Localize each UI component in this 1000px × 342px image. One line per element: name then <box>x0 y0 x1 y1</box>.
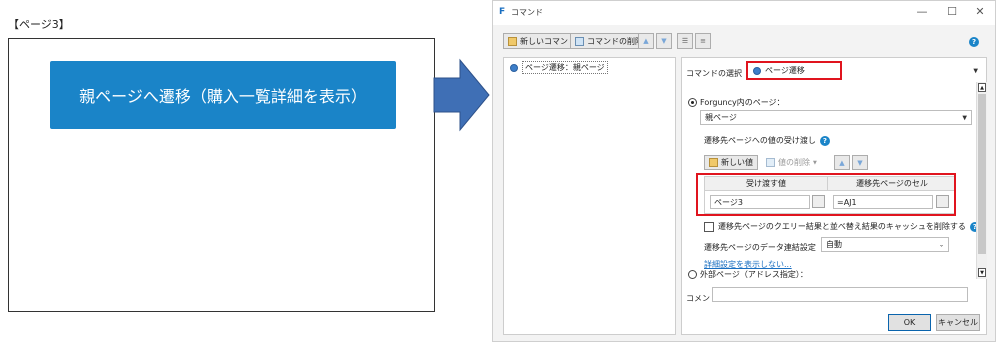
command-select-label: コマンドの選択： <box>686 69 750 78</box>
list-item[interactable]: ページ遷移：親ページ <box>510 61 608 74</box>
globe-icon <box>510 63 518 72</box>
cancel-button[interactable]: キャンセル <box>936 314 980 331</box>
scroll-up-icon[interactable]: ▲ <box>978 83 986 92</box>
command-select-value: ページ遷移 <box>765 66 805 75</box>
command-select-highlight: ページ遷移 <box>746 61 842 80</box>
scrollbar[interactable]: ▲ ▼ <box>976 82 987 279</box>
pass-values-heading: 遷移先ページへの値の受け渡し ? <box>704 135 830 146</box>
radio-external-label: 外部ページ（アドレス指定）： <box>700 270 808 279</box>
delete-value-button[interactable]: 値の削除 ▼ <box>766 155 817 170</box>
new-value-button[interactable]: 新しい値 <box>704 155 758 170</box>
indent-button[interactable]: ☰ <box>677 33 693 49</box>
page-select[interactable]: 親ページ ▼ <box>700 110 972 125</box>
page-label: 【ページ3】 <box>8 18 70 31</box>
delete-command-icon <box>575 36 584 46</box>
close-button[interactable]: ✕ <box>969 4 991 20</box>
triangle-down-icon: ▼ <box>857 158 863 167</box>
data-link-value: 自動 <box>826 240 842 249</box>
triangle-down-icon: ▼ <box>661 37 667 45</box>
app-icon: F <box>499 7 506 17</box>
list-button[interactable]: ≡ <box>695 33 711 49</box>
data-link-select[interactable]: 自動 ⌄ <box>821 237 949 252</box>
chevron-down-icon: ▼ <box>973 67 978 75</box>
help-icon[interactable]: ? <box>969 37 979 47</box>
new-value-icon <box>709 158 718 167</box>
command-item-label: ページ遷移：親ページ <box>522 61 608 74</box>
delete-command-button[interactable]: コマンドの削除 <box>570 33 648 49</box>
globe-icon <box>753 66 761 75</box>
scroll-down-icon[interactable]: ▼ <box>978 268 986 277</box>
cache-checkbox-row[interactable]: 遷移先ページのクエリー結果と並べ替え結果のキャッシュを削除する ? <box>704 221 980 232</box>
navigate-parent-button[interactable]: 親ページへ遷移（購入一覧詳細を表示） <box>50 61 396 129</box>
cache-checkbox-label: 遷移先ページのクエリー結果と並べ替え結果のキャッシュを削除する <box>718 222 966 231</box>
radio-internal-label: Forguncy内のページ： <box>700 98 785 107</box>
new-command-icon <box>508 36 517 46</box>
value-up-button[interactable]: ▲ <box>834 155 850 170</box>
triangle-up-icon: ▲ <box>643 37 649 45</box>
value-grid-highlight <box>696 173 956 216</box>
new-command-label: 新しいコマンド <box>520 36 576 46</box>
radio-internal-page[interactable]: Forguncy内のページ： <box>688 97 785 108</box>
dialog-title: コマンド <box>511 8 543 17</box>
chevron-down-icon: ▼ <box>962 114 967 121</box>
minimize-button[interactable]: — <box>911 4 933 20</box>
chevron-down-icon: ▼ <box>813 159 817 166</box>
scroll-thumb[interactable] <box>978 94 986 254</box>
triangle-up-icon: ▲ <box>839 158 845 167</box>
indent-icon: ☰ <box>681 37 689 45</box>
help-icon[interactable]: ? <box>819 135 830 146</box>
list-icon: ≡ <box>700 37 706 45</box>
delete-value-label: 値の削除 <box>778 158 810 167</box>
radio-external-page[interactable]: 外部ページ（アドレス指定）： <box>688 269 808 280</box>
new-value-label: 新しい値 <box>721 158 753 167</box>
chevron-down-icon: ⌄ <box>938 241 944 248</box>
title-bar: F コマンド — ☐ ✕ <box>493 1 995 25</box>
value-down-button[interactable]: ▼ <box>852 155 868 170</box>
command-list: ページ遷移：親ページ <box>503 57 676 335</box>
radio-selected-icon <box>688 98 697 107</box>
move-down-button[interactable]: ▼ <box>656 33 672 49</box>
radio-unselected-icon <box>688 270 697 279</box>
delete-value-icon <box>766 158 775 167</box>
arrow-right-icon <box>433 58 490 132</box>
ok-button[interactable]: OK <box>888 314 931 331</box>
page-select-value: 親ページ <box>705 113 737 122</box>
pass-values-label: 遷移先ページへの値の受け渡し <box>704 136 816 145</box>
maximize-button[interactable]: ☐ <box>941 4 963 20</box>
checkbox[interactable] <box>704 221 714 232</box>
delete-command-label: コマンドの削除 <box>587 36 643 46</box>
data-link-label: 遷移先ページのデータ連結設定 <box>704 243 816 252</box>
command-settings: コマンドの選択： ▼ ページ遷移 Forguncy内のページ： 親ページ ▼ 遷… <box>681 57 987 335</box>
move-up-button[interactable]: ▲ <box>638 33 654 49</box>
command-dialog: F コマンド — ☐ ✕ 新しいコマンド コマンドの削除 ▲ ▼ ☰ ≡ ? ペ… <box>492 0 996 342</box>
comment-input[interactable] <box>712 287 968 302</box>
